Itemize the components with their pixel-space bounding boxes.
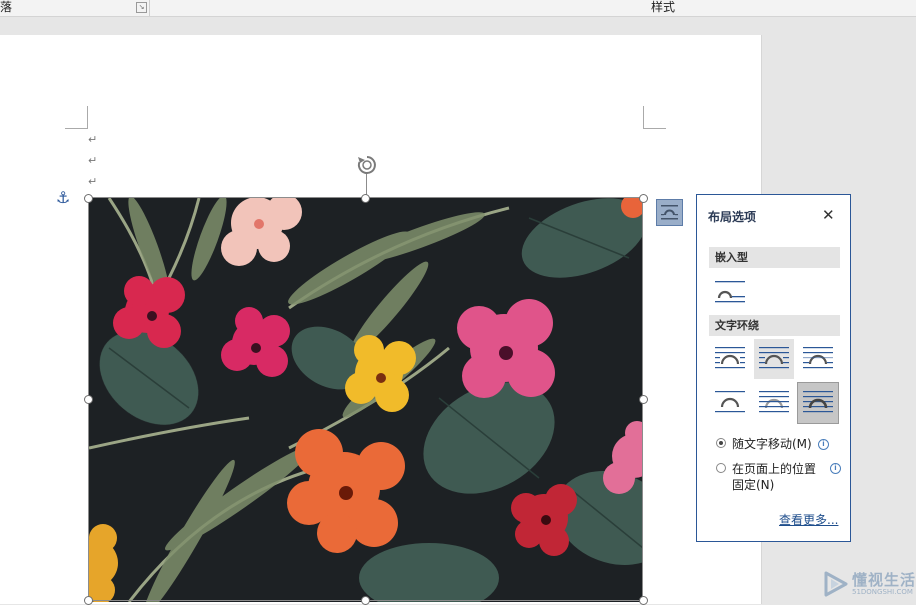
wrap-section-header: 文字环绕 [709, 315, 840, 336]
see-more-link[interactable]: 查看更多... [779, 511, 838, 528]
layout-options-button[interactable] [656, 199, 683, 226]
wrap-option-inline[interactable] [710, 273, 750, 313]
behind-text-wrap-icon [759, 391, 789, 413]
paragraph-mark: ↵ [88, 175, 98, 188]
top-bottom-wrap-icon [715, 391, 745, 413]
wrap-option-behind-text[interactable] [754, 383, 794, 423]
group-separator [149, 0, 150, 16]
fix-position-radio[interactable] [716, 463, 726, 473]
wrap-option-through[interactable] [798, 339, 838, 379]
wrap-option-top-bottom[interactable] [710, 383, 750, 423]
resize-handle-left[interactable] [84, 395, 93, 404]
popup-title: 布局选项 [708, 210, 757, 224]
move-with-text-radio[interactable] [716, 438, 726, 448]
paragraph-group-label: 落 [0, 0, 13, 14]
inserted-picture[interactable] [89, 198, 643, 602]
move-with-text-label: 随文字移动(M) [732, 437, 812, 451]
tight-wrap-icon [759, 347, 789, 369]
paragraph-mark: ↵ [88, 154, 98, 167]
wrap-option-in-front-of-text[interactable] [797, 382, 839, 424]
fix-position-label-line2: 固定(N) [732, 478, 775, 492]
inline-wrap-icon [715, 281, 745, 303]
site-watermark: 懂视生活 51DONGSHI.COM [818, 567, 916, 601]
fix-position-label-line1: 在页面上的位置 [732, 462, 817, 476]
square-wrap-icon [715, 347, 745, 369]
resize-handle-top-right[interactable] [639, 194, 648, 203]
resize-handle-top[interactable] [361, 194, 370, 203]
inline-section-header: 嵌入型 [709, 247, 840, 268]
resize-handle-right[interactable] [639, 395, 648, 404]
margin-corner-mark-left [65, 106, 88, 129]
info-icon[interactable]: i [830, 463, 841, 474]
play-logo-icon [824, 571, 848, 597]
floral-pattern-image [89, 198, 643, 602]
wrap-option-tight[interactable] [754, 339, 794, 379]
dialog-launcher-icon[interactable]: ↘ [136, 2, 147, 13]
info-icon[interactable]: i [818, 439, 829, 450]
anchor-icon[interactable]: ⚓ [56, 190, 70, 206]
close-icon[interactable]: ✕ [822, 206, 835, 224]
resize-handle-top-left[interactable] [84, 194, 93, 203]
rotate-icon[interactable] [356, 154, 378, 176]
layout-options-popup: 布局选项 ✕ 嵌入型 文字环绕 随文字移动(M) i 在页面上的位置 固定(N)… [696, 194, 851, 542]
paragraph-mark: ↵ [88, 133, 98, 146]
ribbon-strip: 落 ↘ 样式 [0, 0, 916, 17]
margin-corner-mark-right [643, 106, 666, 129]
styles-group-label: 样式 [651, 0, 676, 14]
wrap-option-square[interactable] [710, 339, 750, 379]
layout-options-icon [661, 205, 678, 220]
through-wrap-icon [803, 347, 833, 369]
in-front-of-text-wrap-icon [803, 391, 833, 413]
watermark-subtext: 51DONGSHI.COM [852, 588, 913, 596]
watermark-text: 懂视生活 [852, 571, 916, 589]
